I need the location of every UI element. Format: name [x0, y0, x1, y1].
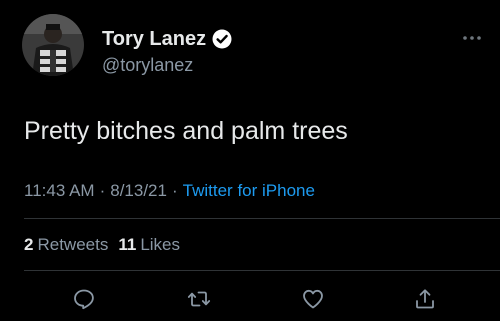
likes-stat[interactable]: 11 Likes [118, 235, 180, 254]
divider [24, 270, 500, 271]
reply-button[interactable] [71, 286, 97, 312]
tweet-meta: 11:43 AM · 8/13/21 · Twitter for iPhone [24, 180, 315, 202]
avatar-image [22, 14, 84, 76]
tweet-text: Pretty bitches and palm trees [24, 117, 348, 145]
tweet-source-link[interactable]: Twitter for iPhone [183, 181, 315, 200]
verified-badge-icon [212, 29, 232, 49]
reply-icon [74, 289, 94, 310]
divider [24, 218, 500, 219]
user-handle[interactable]: @torylanez [102, 54, 193, 76]
share-button[interactable] [412, 286, 438, 312]
meta-separator: · [171, 181, 178, 200]
retweet-button[interactable] [186, 286, 212, 312]
retweets-stat[interactable]: 2 Retweets [24, 235, 108, 254]
tweet-time[interactable]: 11:43 AM [24, 181, 95, 200]
like-icon [303, 289, 323, 309]
display-name[interactable]: Tory Lanez [102, 28, 206, 50]
avatar[interactable] [22, 14, 84, 76]
share-icon [416, 289, 434, 309]
meta-separator: · [99, 181, 106, 200]
retweets-count: 2 [24, 235, 34, 254]
tweet-stats: 2 Retweets 11 Likes [24, 234, 180, 256]
likes-count: 11 [118, 235, 137, 254]
more-options-icon[interactable] [460, 28, 484, 48]
tweet-date[interactable]: 8/13/21 [110, 181, 167, 200]
retweets-label: Retweets [37, 235, 109, 254]
like-button[interactable] [300, 286, 326, 312]
retweet-icon [187, 291, 211, 307]
likes-label: Likes [140, 235, 181, 254]
